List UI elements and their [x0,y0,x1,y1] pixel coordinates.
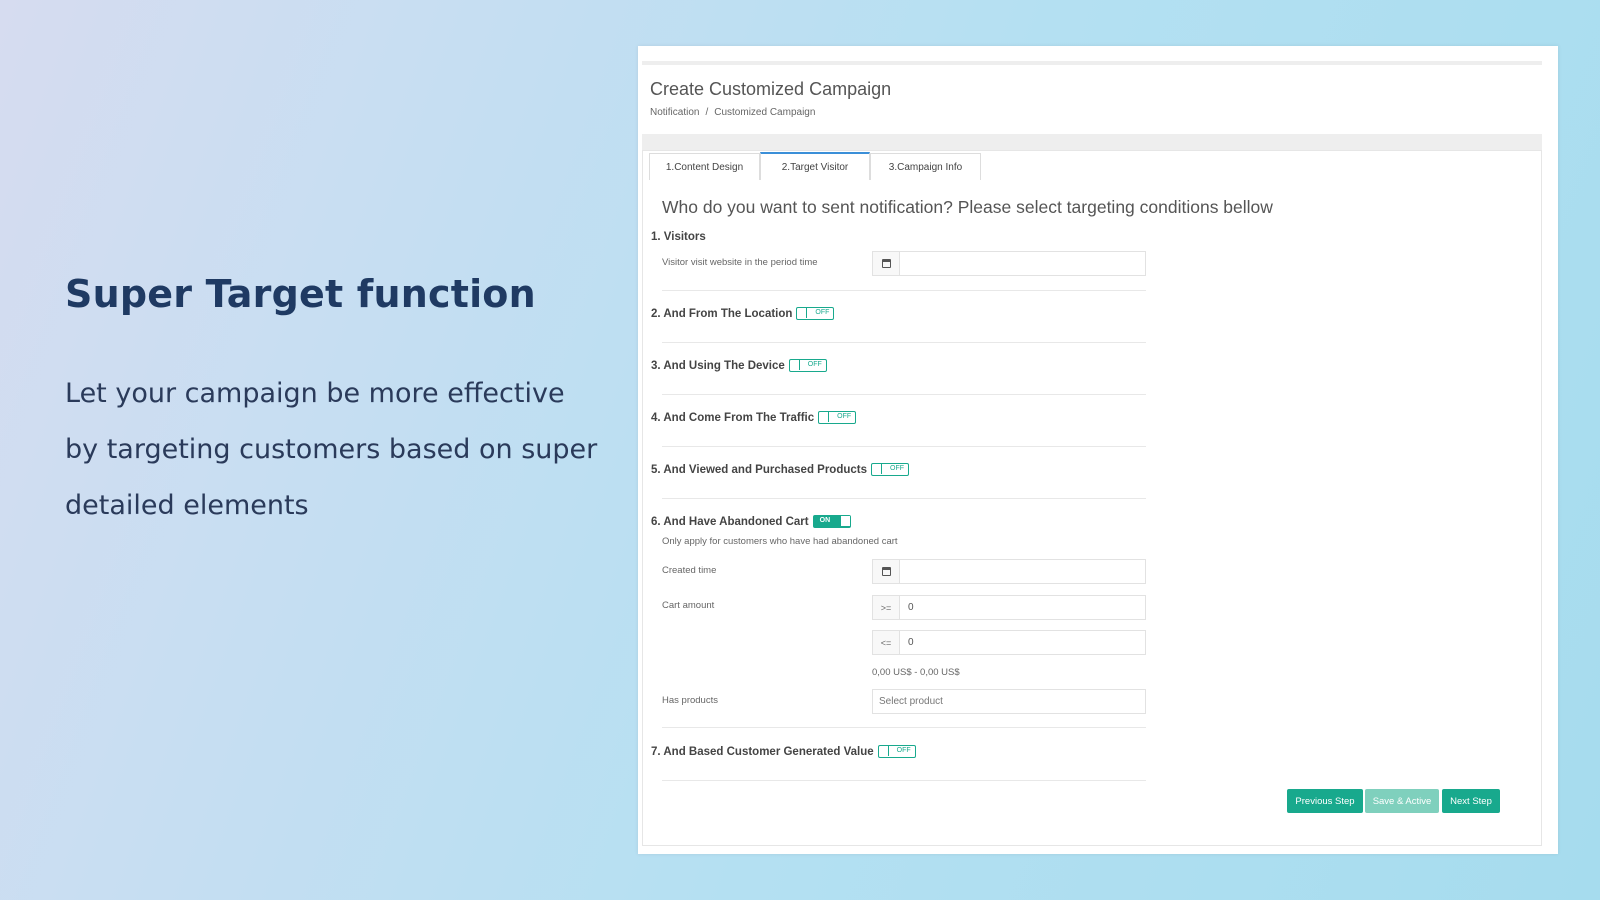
targeting-question: Who do you want to sent notification? Pl… [662,197,1273,217]
next-step-button[interactable]: Next Step [1442,789,1500,813]
device-toggle-state: OFF [807,361,822,368]
tab-target-visitor[interactable]: 2.Target Visitor [760,152,870,180]
divider [662,446,1146,447]
section-cart-title: 6. And Have Abandoned Cart ON [651,515,851,528]
created-time-label: Created time [662,565,717,576]
section-cart-label: 6. And Have Abandoned Cart [651,515,809,528]
cart-amount-min-input[interactable]: 0 [900,596,1145,619]
traffic-toggle-state: OFF [837,413,852,420]
wizard-panel: 1.Content Design 2.Target Visitor 3.Camp… [642,150,1542,846]
cart-amount-max-input[interactable]: 0 [900,631,1145,654]
tab-content-design[interactable]: 1.Content Design [649,153,760,180]
section-traffic-title: 4. And Come From The Traffic OFF [651,411,857,424]
products-toggle[interactable]: OFF [871,463,910,476]
section-device-title: 3. And Using The Device OFF [651,359,827,372]
breadcrumb-notification[interactable]: Notification [650,107,699,118]
location-toggle-state: OFF [815,309,830,316]
divider [662,498,1146,499]
section-cgv-label: 7. And Based Customer Generated Value [651,745,874,758]
greater-equal-addon: >= [873,596,900,619]
section-device-label: 3. And Using The Device [651,359,785,372]
cgv-toggle[interactable]: OFF [877,745,916,758]
divider [662,780,1146,781]
tab-campaign-info[interactable]: 3.Campaign Info [870,153,981,180]
products-toggle-state: OFF [890,465,905,472]
visit-period-label: Visitor visit website in the period time [662,257,818,268]
divider [662,727,1146,728]
location-toggle[interactable]: OFF [796,307,835,320]
product-select[interactable]: Select product [872,689,1146,714]
product-select-placeholder[interactable]: Select product [873,690,943,713]
section-traffic-label: 4. And Come From The Traffic [651,411,815,424]
calendar-icon [873,560,900,583]
wizard-tabs: 1.Content Design 2.Target Visitor 3.Camp… [649,152,981,180]
created-time-input[interactable] [900,560,1145,583]
section-location-title: 2. And From The Location OFF [651,307,835,320]
device-toggle[interactable]: OFF [788,359,827,372]
has-products-label: Has products [662,695,718,706]
cart-toggle-state: ON [819,517,831,524]
cart-amount-label: Cart amount [662,600,715,611]
visit-period-field[interactable] [872,251,1146,276]
page-title: Create Customized Campaign [650,79,892,99]
gray-band [642,134,1542,150]
campaign-window: Create Customized Campaign Notification /… [638,46,1558,854]
top-divider [642,61,1542,65]
section-cgv-title: 7. And Based Customer Generated Value OF… [651,745,916,758]
cart-amount-min-field[interactable]: >= 0 [872,595,1146,620]
section-visitors-title: 1. Visitors [651,231,706,243]
cart-amount-range: 0,00 US$ - 0,00 US$ [872,667,960,678]
divider [662,394,1146,395]
breadcrumb-separator: / [705,107,709,118]
divider [662,342,1146,343]
visit-period-input[interactable] [900,252,1145,275]
promo-description: Let your campaign be more effective by t… [65,378,598,521]
previous-step-button[interactable]: Previous Step [1287,789,1363,813]
breadcrumb-customized-campaign: Customized Campaign [714,107,816,118]
section-products-title: 5. And Viewed and Purchased Products OFF [651,463,910,476]
breadcrumb: Notification / Customized Campaign [650,107,815,118]
traffic-toggle[interactable]: OFF [818,411,857,424]
cart-toggle[interactable]: ON [812,515,851,528]
less-equal-addon: <= [873,631,900,654]
cgv-toggle-state: OFF [896,747,911,754]
cart-hint: Only apply for customers who have had ab… [662,536,898,547]
section-visitors-label: 1. Visitors [651,231,706,243]
divider [662,290,1146,291]
cart-amount-max-field[interactable]: <= 0 [872,630,1146,655]
save-active-button[interactable]: Save & Active [1365,789,1439,813]
created-time-field[interactable] [872,559,1146,584]
promo-title: Super Target function [65,272,536,316]
section-products-label: 5. And Viewed and Purchased Products [651,463,868,476]
section-location-label: 2. And From The Location [651,307,793,320]
calendar-icon [873,252,900,275]
